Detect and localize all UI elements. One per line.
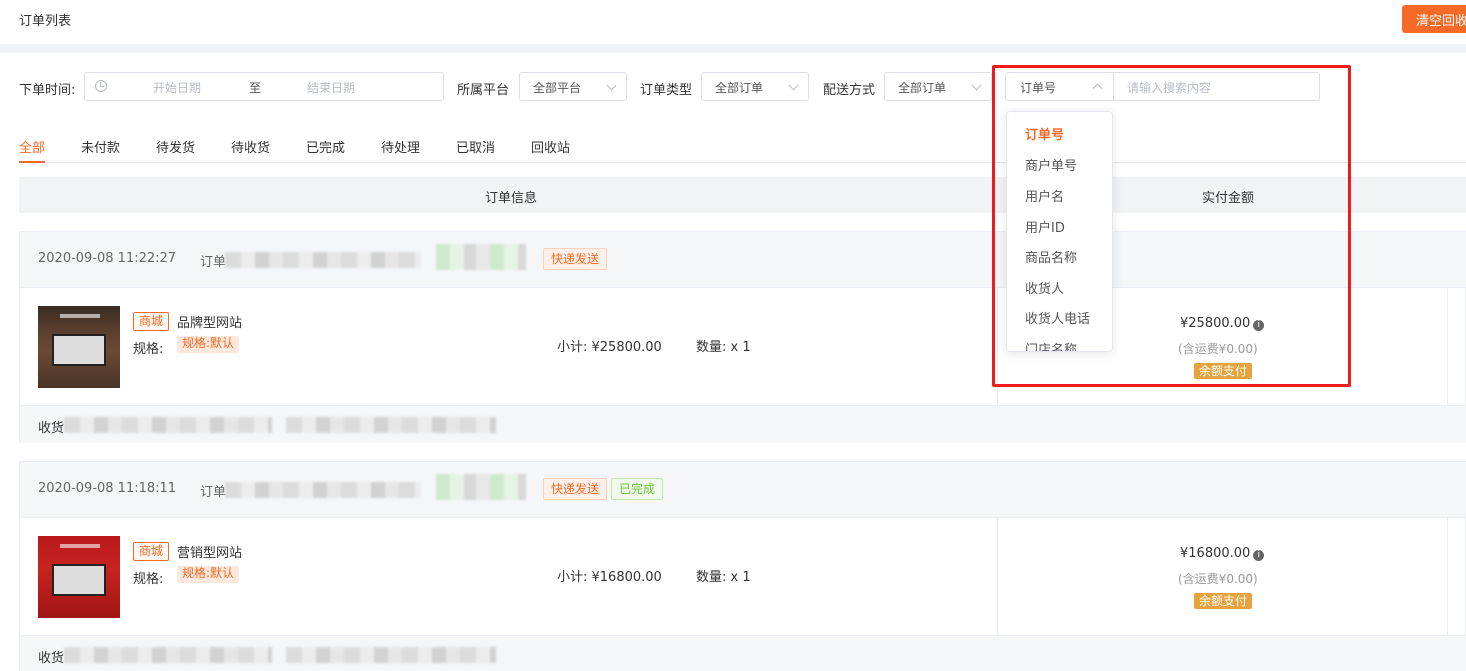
delivery-select-value: 全部订单 (898, 81, 947, 95)
platform-label: 所属平台 (457, 83, 510, 98)
platform-select[interactable]: 全部平台 (519, 72, 627, 101)
delivery-label: 配送方式 (823, 83, 876, 98)
delivery-select[interactable]: 全部订单 (884, 72, 992, 101)
end-date-input[interactable]: 结束日期 (307, 79, 355, 96)
order-type-select[interactable]: 全部订单 (701, 72, 809, 101)
order-datetime: 2020-09-08 11:18:11 (38, 481, 177, 496)
redacted-receiver-name (64, 417, 272, 433)
redacted-receiver-address (286, 417, 496, 433)
product-image-screen (52, 334, 106, 366)
subtotal: 小计: ¥16800.00 (557, 570, 662, 585)
shop-tag: 商城 (133, 312, 170, 331)
tab-cancelled[interactable]: 已取消 (456, 137, 495, 156)
page-header: 订单列表 清空回收站 (0, 0, 1466, 44)
tab-to-receive[interactable]: 待收货 (231, 137, 270, 156)
receiver-row: 收货 (20, 405, 1466, 443)
redacted-order-number (225, 482, 421, 498)
start-date-input[interactable]: 开始日期 (153, 79, 201, 96)
spec-value: 规格:默认 (177, 336, 240, 353)
product-name[interactable]: 营销型网站 (177, 542, 242, 561)
order-type-label: 订单类型 (640, 83, 693, 98)
product-thumbnail[interactable] (38, 536, 120, 618)
date-range-picker[interactable]: 开始日期 至 结束日期 (84, 72, 444, 101)
redacted-receiver-name (64, 647, 272, 663)
subtotal: 小计: ¥25800.00 (557, 340, 662, 355)
status-tag: 已完成 (611, 478, 664, 500)
delivery-tag: 快递发送 (543, 248, 608, 270)
quantity: 数量: x 1 (696, 340, 751, 355)
spec-label: 规格: (133, 572, 164, 587)
page-title: 订单列表 (19, 14, 72, 29)
tab-pending[interactable]: 待处理 (381, 137, 420, 156)
spec-label: 规格: (133, 342, 164, 357)
receiver-row: 收货 (20, 635, 1466, 671)
payment-method-badge: 余额支付 (1194, 593, 1253, 609)
redacted-platform (436, 244, 526, 270)
redacted-platform (436, 474, 526, 500)
redacted-receiver-address (286, 647, 496, 663)
quantity: 数量: x 1 (696, 570, 751, 585)
chevron-down-icon (606, 80, 617, 91)
paid-amount: ¥16800.00 i (1180, 546, 1265, 561)
receiver-label: 收货 (38, 651, 65, 666)
tab-unpaid[interactable]: 未付款 (81, 137, 120, 156)
tab-all[interactable]: 全部 (19, 137, 45, 156)
tab-completed[interactable]: 已完成 (306, 137, 345, 156)
chevron-down-icon (971, 80, 982, 91)
active-tab-indicator (19, 161, 45, 163)
tab-to-ship[interactable]: 待发货 (156, 137, 195, 156)
receiver-label: 收货 (38, 421, 65, 436)
tab-recycle-bin[interactable]: 回收站 (531, 137, 570, 156)
order-number-label: 订单 (200, 255, 227, 270)
highlight-annotation-box (992, 65, 1351, 387)
spec-value: 规格:默认 (177, 566, 240, 583)
redacted-order-number (225, 252, 421, 268)
shop-tag: 商城 (133, 542, 170, 561)
chevron-down-icon (788, 80, 799, 91)
clear-recycle-bin-button[interactable]: 清空回收站 (1402, 5, 1466, 33)
order-time-label: 下单时间: (19, 83, 76, 98)
delivery-tag: 快递发送 (543, 478, 608, 500)
order-datetime: 2020-09-08 11:22:27 (38, 251, 177, 266)
order-card: 2020-09-08 11:18:11 订单 快递发送 已完成 商城 营销型网站… (19, 461, 1466, 671)
product-thumbnail[interactable] (38, 306, 120, 388)
platform-select-value: 全部平台 (533, 81, 582, 95)
clock-icon (95, 80, 107, 92)
order-number-label: 订单 (200, 485, 227, 500)
column-order-info: 订单信息 (485, 191, 538, 206)
info-icon[interactable]: i (1253, 550, 1265, 561)
product-name[interactable]: 品牌型网站 (177, 312, 242, 331)
product-image-screen (52, 564, 106, 596)
order-type-select-value: 全部订单 (715, 81, 764, 95)
order-card-header: 2020-09-08 11:18:11 订单 快递发送 已完成 (20, 462, 1466, 518)
shipping-fee: (含运费¥0.00) (1178, 572, 1258, 586)
date-range-separator: 至 (249, 81, 262, 95)
